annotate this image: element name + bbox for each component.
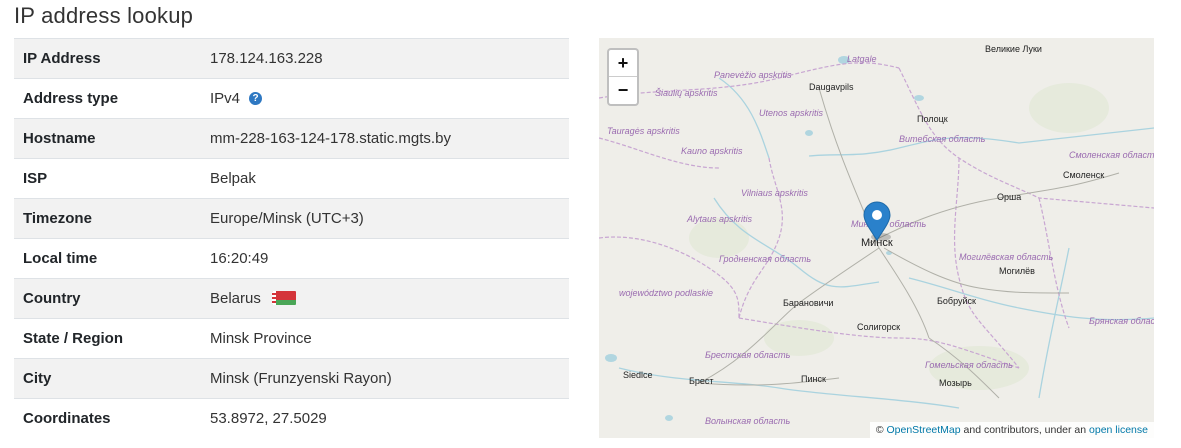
country-value: Belarus <box>210 290 261 307</box>
map-label: Vilniaus apskritis <box>741 188 808 198</box>
table-row: State / Region Minsk Province <box>14 318 569 359</box>
map-label: Могилёвская область <box>959 252 1054 262</box>
zoom-control: + − <box>607 48 639 106</box>
map-label: Бобруйск <box>937 296 976 306</box>
map-label: Latgale <box>847 54 877 64</box>
row-label: Hostname <box>14 118 187 159</box>
row-label: Country <box>14 278 187 319</box>
map-label: województwo podlaskie <box>619 288 713 298</box>
row-label: ISP <box>14 158 187 199</box>
open-license-link[interactable]: open license <box>1089 424 1148 436</box>
map-label: Брянская область <box>1089 316 1154 326</box>
table-row: Local time 16:20:49 <box>14 238 569 279</box>
map-label: Полоцк <box>917 114 948 124</box>
isp-value: Belpak <box>187 158 569 199</box>
table-row: IP Address 178.124.163.228 <box>14 38 569 79</box>
hostname-value: mm-228-163-124-178.static.mgts.by <box>187 118 569 159</box>
ip-address-value: 178.124.163.228 <box>187 38 569 79</box>
map-label: Siedlce <box>623 370 653 380</box>
map-label: Panevėžio apskritis <box>714 70 792 80</box>
map-canvas[interactable]: Latgale Panevėžio apskritis Šiaulių apsk… <box>599 38 1154 438</box>
help-icon[interactable]: ? <box>249 92 263 105</box>
map-label: Орша <box>997 192 1021 202</box>
belarus-flag-icon <box>271 291 296 305</box>
table-row: Address type IPv4? <box>14 78 569 119</box>
coordinates-value: 53.8972, 27.5029 <box>187 398 569 439</box>
map-attribution: © OpenStreetMap and contributors, under … <box>869 422 1154 438</box>
zoom-in-button[interactable]: + <box>609 50 637 77</box>
attribution-text: and contributors, under an <box>960 424 1090 436</box>
map-label: Витебская область <box>899 134 986 144</box>
region-value: Minsk Province <box>187 318 569 359</box>
map-label: Барановичи <box>783 298 833 308</box>
map-label: Utenos apskritis <box>759 108 824 118</box>
map-label: Пинск <box>801 374 826 384</box>
table-row: Timezone Europe/Minsk (UTC+3) <box>14 198 569 239</box>
row-label: City <box>14 358 187 399</box>
ip-info-table: IP Address 178.124.163.228 Address type … <box>14 38 569 439</box>
map-label: Tauragės apskritis <box>607 126 680 136</box>
attribution-prefix: © <box>875 424 887 436</box>
page-title: IP address lookup <box>14 3 194 28</box>
map-label: Смоленская область <box>1069 150 1154 160</box>
timezone-value: Europe/Minsk (UTC+3) <box>187 198 569 239</box>
table-row: Hostname mm-228-163-124-178.static.mgts.… <box>14 118 569 159</box>
map-label: Солигорск <box>857 322 900 332</box>
map-label: Великие Луки <box>985 44 1042 54</box>
map-label: Смоленск <box>1063 170 1104 180</box>
map-label: Брестская область <box>705 350 791 360</box>
row-label: IP Address <box>14 38 187 79</box>
table-row: City Minsk (Frunzyenski Rayon) <box>14 358 569 399</box>
row-label: Timezone <box>14 198 187 239</box>
map-label: Могилёв <box>999 266 1035 276</box>
location-map[interactable]: Latgale Panevėžio apskritis Šiaulių apsk… <box>599 38 1154 438</box>
row-label: Address type <box>14 78 187 119</box>
zoom-out-button[interactable]: − <box>609 77 637 103</box>
map-label: Брест <box>689 376 714 386</box>
table-row: ISP Belpak <box>14 158 569 199</box>
city-value: Minsk (Frunzyenski Rayon) <box>187 358 569 399</box>
table-row: Country Belarus <box>14 278 569 319</box>
map-label: Daugavpils <box>809 82 854 92</box>
row-label: Local time <box>14 238 187 279</box>
map-label: Alytaus apskritis <box>686 214 753 224</box>
row-label: Coordinates <box>14 398 187 439</box>
map-label: Kauno apskritis <box>681 146 743 156</box>
map-marker-icon[interactable] <box>863 201 891 241</box>
map-label: Мозырь <box>939 378 972 388</box>
row-label: State / Region <box>14 318 187 359</box>
openstreetmap-link[interactable]: OpenStreetMap <box>886 424 960 436</box>
table-row: Coordinates 53.8972, 27.5029 <box>14 398 569 439</box>
map-label: Волынская область <box>705 416 790 426</box>
map-label: Гомельская область <box>925 360 1013 370</box>
address-type-value: IPv4 <box>210 90 241 107</box>
map-label: Гродненская область <box>719 254 811 264</box>
local-time-value: 16:20:49 <box>187 238 569 279</box>
map-label: Šiaulių apskritis <box>655 88 718 98</box>
